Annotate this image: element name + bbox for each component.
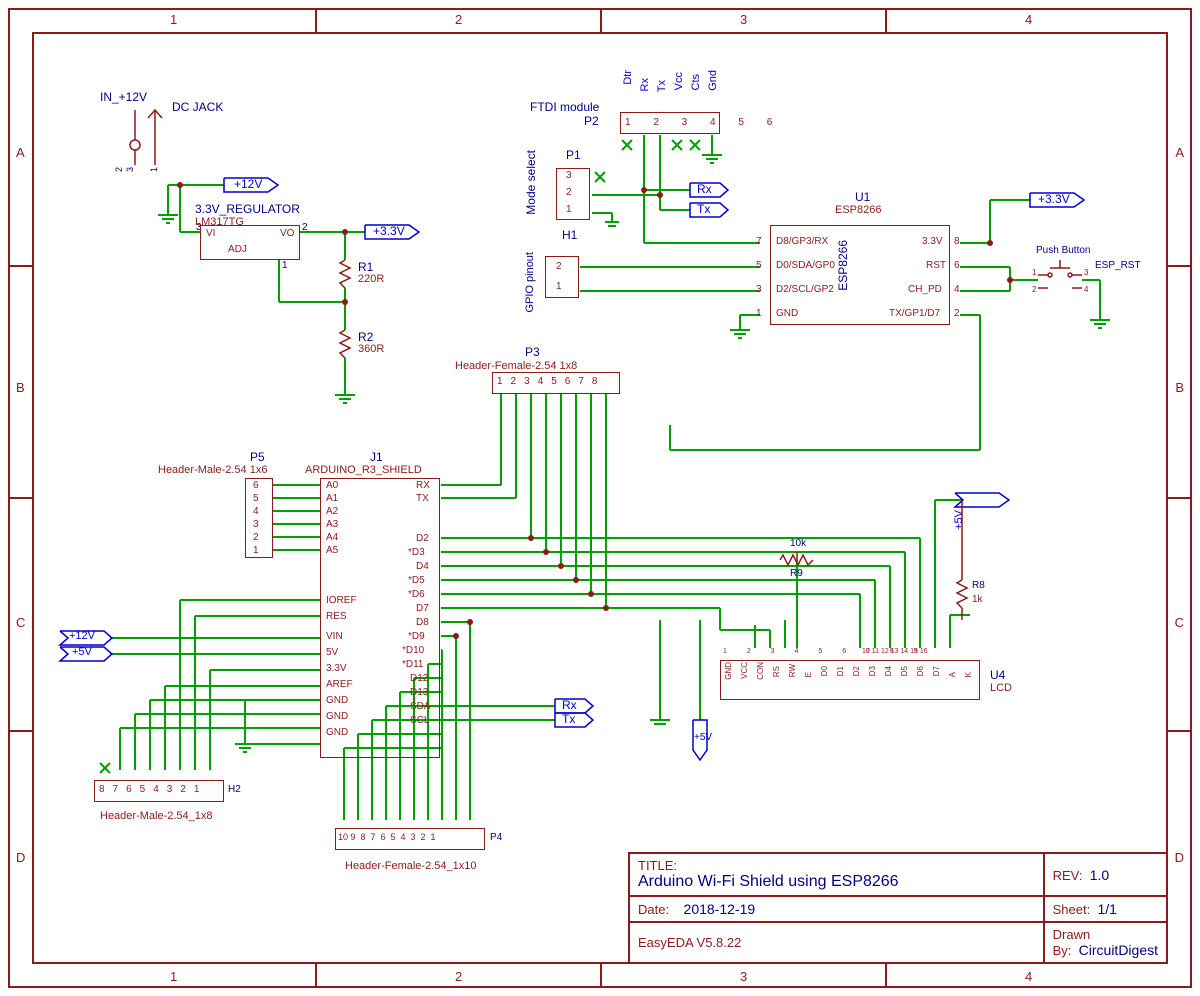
lcd-name: LCD [990,682,1012,694]
svg-text:2: 2 [302,222,308,233]
ftdi-rx: Rx [697,182,712,196]
reg-adj: ADJ [228,244,247,255]
btn-ref: ESP_RST [1095,260,1141,271]
svg-text:1: 1 [149,167,159,172]
reg-vo: VO [280,228,294,239]
reg-vi: VI [206,228,215,239]
esp-r8: 3.3V [922,236,943,247]
p4-name: Header-Female-2.54_1x10 [345,860,476,872]
esp-name: ESP8266 [835,204,881,216]
svg-text:3: 3 [125,167,135,172]
r8-5v: +5V [953,510,965,530]
esp-l1: GND [776,308,798,319]
wiring-svg: 2 3 1 3 2 1 [0,0,1200,996]
arduino-name: ARDUINO_R3_SHIELD [305,464,422,476]
h2-ref: H2 [228,784,241,795]
ftdi-p1: Dtr [622,70,634,85]
p3-nums: 12345678 [497,376,606,387]
r1-ref: R1 [358,260,373,274]
esp-r6: RST [926,260,946,271]
btn-label: Push Button [1036,245,1090,256]
arduino-ref: J1 [370,450,383,464]
ard-tx: Tx [562,712,575,726]
ftdi-p4: Vcc [673,72,685,90]
tb-rev: 1.0 [1090,867,1109,883]
esp-33v: +3.3V [1038,192,1070,206]
h1-2: 2 [556,261,562,272]
tb-date-lbl: Date: [638,902,669,917]
p5-box [245,478,273,558]
lcd-5v: +5V [694,732,712,743]
ftdi-tx: Tx [697,202,710,216]
esp-n2: 2 [954,308,960,319]
svg-text:2: 2 [114,167,124,172]
p4-ref: P4 [490,832,502,843]
ftdi-p3: Tx [656,80,668,92]
net-12v: +12V [234,177,262,191]
r9-ref: R9 [790,568,803,579]
p5-ref: P5 [250,450,265,464]
tb-tool: EasyEDA V5.8.22 [638,935,741,950]
reg-ref: 3.3V_REGULATOR [195,202,300,216]
esp-n4: 4 [954,284,960,295]
ftdi-p2: Rx [639,78,651,91]
esp-n8: 8 [954,236,960,247]
p5-name: Header-Male-2.54 1x6 [158,464,267,476]
ftdi-label: FTDI module [530,100,599,114]
ard-5v: +5V [72,646,92,658]
gpio-box [545,256,579,298]
ftdi-ref: P2 [584,114,599,128]
mode-ref: P1 [566,148,581,162]
gpio-ref: H1 [562,228,577,242]
esp-ref: U1 [855,190,870,204]
esp-n6: 6 [954,260,960,271]
mode-label: Mode select [524,150,538,215]
esp-l3: D2/SCL/GP2 [776,284,834,295]
esp-vert: ESP8266 [836,240,850,291]
tb-drawn: CircuitDigest [1079,942,1158,958]
r2-ref: R2 [358,330,373,344]
tb-date: 2018-12-19 [684,901,756,917]
esp-n5: 5 [756,260,762,271]
esp-r2: TX/GP1/D7 [889,308,940,319]
tb-title-lbl: TITLE: [638,858,677,873]
r8-val: 1k [972,594,983,605]
esp-n7: 7 [756,236,762,247]
p1-2: 2 [566,187,572,198]
schematic-frame: 1 2 3 4 1 2 3 4 A B C D A B C D [0,0,1200,996]
p1-3: 3 [566,170,572,181]
p1-1: 1 [566,204,572,215]
lcd-ref: U4 [990,668,1005,682]
tb-sheet-lbl: Sheet: [1053,902,1091,917]
esp-l5: D0/SDA/GP0 [776,260,835,271]
tb-rev-lbl: REV: [1053,868,1083,883]
esp-r4: CH_PD [908,284,942,295]
dcjack-ref: IN_+12V [100,90,147,104]
ard-12v: +12V [69,630,95,642]
svg-text:1: 1 [282,260,288,271]
ftdi-p5: Cts [690,74,702,91]
ftdi-nums: 1 2 3 4 5 6 [625,117,782,128]
esp-n1: 1 [756,308,762,319]
gpio-label: GPIO pinout [524,252,536,313]
r9-val: 10k [790,538,806,549]
r2-val: 360R [358,343,384,355]
tb-title: Arduino Wi-Fi Shield using ESP8266 [638,873,899,890]
title-block: TITLE: Arduino Wi-Fi Shield using ESP826… [628,852,1168,964]
r8-ref: R8 [972,580,985,591]
ard-rx: Rx [562,698,577,712]
dcjack-name: DC JACK [172,100,223,114]
mode-box [556,168,590,220]
tb-sheet: 1/1 [1097,901,1116,917]
p3-name: Header-Female-2.54 1x8 [455,360,577,372]
r1-val: 220R [358,273,384,285]
p3-ref: P3 [525,345,540,359]
ftdi-p6: Gnd [707,70,719,91]
net-33v: +3.3V [373,224,405,238]
esp-n3: 3 [756,284,762,295]
h1-1: 1 [556,281,562,292]
esp-l7: D8/GP3/RX [776,236,828,247]
h2-name: Header-Male-2.54_1x8 [100,810,213,822]
